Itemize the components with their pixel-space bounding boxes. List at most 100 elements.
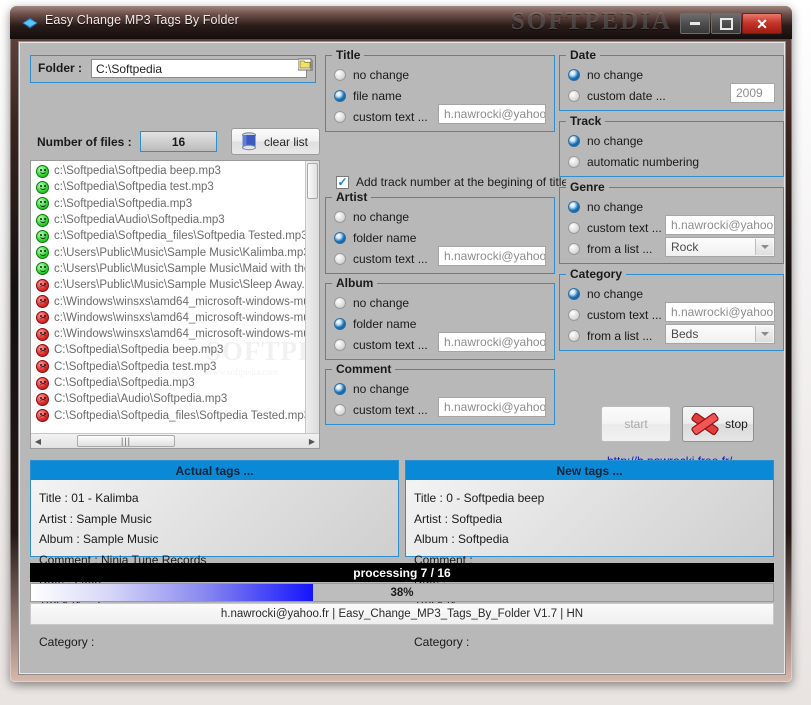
- file-list-item[interactable]: c:\Users\Public\Music\Sample Music\Kalim…: [31, 244, 305, 260]
- category-from-list-radio[interactable]: from a list ...: [568, 329, 652, 343]
- happy-face-icon: [36, 229, 49, 243]
- chevron-down-icon[interactable]: [755, 239, 773, 255]
- maximize-button[interactable]: [711, 13, 741, 34]
- artist-custom-text-radio[interactable]: custom text ...: [334, 252, 428, 266]
- radio-label: no change: [353, 68, 410, 82]
- file-list-item[interactable]: c:\Windows\winsxs\amd64_microsoft-window…: [31, 326, 305, 342]
- file-list-vertical-scrollbar[interactable]: [305, 161, 319, 434]
- title-bar: Easy Change MP3 Tags By Folder SOFTPEDIA…: [10, 6, 792, 39]
- minimize-button[interactable]: [680, 13, 710, 34]
- add-track-number-checkbox-row[interactable]: ✓ Add track number at the begining of ti…: [336, 175, 568, 189]
- scroll-left-icon[interactable]: ◀: [31, 435, 45, 448]
- category-custom-text-radio[interactable]: custom text ...: [568, 308, 662, 322]
- file-list-item[interactable]: c:\Users\Public\Music\Sample Music\Sleep…: [31, 277, 305, 293]
- file-list-item[interactable]: c:\Users\Public\Music\Sample Music\Maid …: [31, 261, 305, 277]
- album-custom-text-input[interactable]: h.nawrocki@yahoo.fr: [438, 332, 546, 352]
- folder-path-input[interactable]: C:\Softpedia: [91, 59, 307, 78]
- title-custom-text-input[interactable]: h.nawrocki@yahoo.fr: [438, 104, 546, 124]
- folder-label: Folder :: [38, 61, 82, 75]
- file-path-label: C:\Softpedia\Softpedia_files\Softpedia T…: [54, 409, 305, 422]
- clear-list-button[interactable]: clear list: [231, 128, 320, 155]
- category-custom-text-input[interactable]: h.nawrocki@yahoo.fr: [665, 302, 775, 322]
- file-list-item[interactable]: C:\Softpedia\Softpedia_files\Softpedia T…: [31, 407, 305, 423]
- category-group: Category no change custom text ... from …: [559, 267, 784, 351]
- radio-label: no change: [587, 287, 644, 301]
- date-custom-date-radio[interactable]: custom date ...: [568, 89, 666, 103]
- title-custom-text-radio[interactable]: custom text ...: [334, 110, 428, 124]
- radio-indicator: [334, 253, 346, 265]
- close-button[interactable]: ✕: [742, 13, 782, 34]
- genre-list-value: Rock: [671, 240, 699, 254]
- track-no-change-radio[interactable]: no change: [568, 134, 643, 148]
- file-path-label: C:\Softpedia\Softpedia test.mp3: [54, 360, 217, 373]
- file-list-item[interactable]: c:\Windows\winsxs\amd64_microsoft-window…: [31, 293, 305, 309]
- title-no-change-radio[interactable]: no change: [334, 68, 409, 82]
- artist-custom-text-input[interactable]: h.nawrocki@yahoo.fr: [438, 246, 546, 266]
- comment-custom-text-radio[interactable]: custom text ...: [334, 403, 428, 417]
- scroll-right-icon[interactable]: ▶: [305, 435, 319, 448]
- custom-date-input[interactable]: 2009: [730, 83, 775, 103]
- comment-no-change-radio[interactable]: no change: [334, 382, 409, 396]
- album-no-change-radio[interactable]: no change: [334, 296, 409, 310]
- artist-folder-name-radio[interactable]: folder name: [334, 231, 416, 245]
- radio-label: folder name: [353, 231, 417, 245]
- start-button[interactable]: start: [601, 406, 671, 442]
- actual-tags-list: Title : 01 - Kalimba Artist : Sample Musi…: [31, 480, 398, 649]
- face-mouth: [39, 333, 46, 338]
- title-file-name-radio[interactable]: file name: [334, 89, 402, 103]
- genre-from-list-radio[interactable]: from a list ...: [568, 242, 652, 256]
- radio-label: from a list ...: [587, 242, 653, 256]
- category-list-combobox[interactable]: Beds: [665, 324, 775, 344]
- file-list-item[interactable]: C:\Softpedia\Audio\Softpedia.mp3: [31, 391, 305, 407]
- add-track-number-checkbox[interactable]: ✓: [336, 175, 349, 189]
- artist-no-change-radio[interactable]: no change: [334, 210, 409, 224]
- genre-no-change-radio[interactable]: no change: [568, 200, 643, 214]
- file-list-item[interactable]: C:\Softpedia\Softpedia test.mp3: [31, 359, 305, 375]
- file-list-item[interactable]: c:\Softpedia\Softpedia.mp3: [31, 196, 305, 212]
- stop-button[interactable]: stop: [682, 406, 754, 442]
- file-list-item[interactable]: C:\Softpedia\Softpedia beep.mp3: [31, 342, 305, 358]
- file-list[interactable]: c:\Softpedia\Softpedia beep.mp3 c:\Softpe…: [31, 163, 305, 433]
- comment-custom-text-input[interactable]: h.nawrocki@yahoo.fr: [438, 397, 546, 417]
- file-path-label: c:\Users\Public\Music\Sample Music\Maid …: [54, 262, 305, 275]
- file-list-item[interactable]: c:\Windows\winsxs\amd64_microsoft-window…: [31, 310, 305, 326]
- application-window: Easy Change MP3 Tags By Folder SOFTPEDIA…: [10, 6, 792, 682]
- date-group: Date no change custom date ... 2009: [559, 48, 784, 111]
- client-area: Folder : C:\Softpedia Number of files : …: [18, 41, 786, 675]
- file-path-label: c:\Users\Public\Music\Sample Music\Kalim…: [54, 246, 305, 259]
- scrollbar-thumb-horizontal[interactable]: |||: [77, 435, 175, 447]
- face-mouth: [39, 349, 46, 354]
- chevron-down-icon[interactable]: [755, 326, 773, 342]
- radio-label: custom text ...: [353, 110, 428, 124]
- genre-custom-text-input[interactable]: h.nawrocki@yahoo.fr: [665, 215, 775, 235]
- album-custom-text-radio[interactable]: custom text ...: [334, 338, 428, 352]
- radio-indicator: [334, 339, 346, 351]
- file-path-label: c:\Softpedia\Audio\Softpedia.mp3: [54, 214, 225, 227]
- radio-label: no change: [353, 382, 410, 396]
- file-list-item[interactable]: c:\Softpedia\Audio\Softpedia.mp3: [31, 212, 305, 228]
- genre-list-combobox[interactable]: Rock: [665, 237, 775, 257]
- file-list-item[interactable]: C:\Softpedia\Softpedia.mp3: [31, 375, 305, 391]
- folder-browse-icon[interactable]: [298, 58, 313, 72]
- new-tags-header: New tags ...: [406, 461, 773, 480]
- file-list-item[interactable]: c:\Softpedia\Softpedia_files\Softpedia T…: [31, 228, 305, 244]
- file-list-item[interactable]: c:\Softpedia\Softpedia beep.mp3: [31, 163, 305, 179]
- file-path-label: c:\Softpedia\Softpedia beep.mp3: [54, 165, 221, 178]
- genre-custom-text-radio[interactable]: custom text ...: [568, 221, 662, 235]
- radio-label: folder name: [353, 317, 417, 331]
- softpedia-watermark: SOFTPEDIA: [510, 8, 672, 35]
- file-list-horizontal-scrollbar[interactable]: ◀ ||| ▶: [31, 433, 319, 448]
- album-group: Album no change folder name custom text …: [325, 276, 555, 360]
- track-auto-numbering-radio[interactable]: automatic numbering: [568, 155, 699, 169]
- radio-indicator: [334, 297, 346, 309]
- artist-group-legend: Artist: [332, 190, 372, 204]
- radio-indicator: [334, 211, 346, 223]
- category-no-change-radio[interactable]: no change: [568, 287, 643, 301]
- radio-indicator: [334, 383, 346, 395]
- file-list-item[interactable]: c:\Softpedia\Softpedia test.mp3: [31, 179, 305, 195]
- file-path-label: c:\Softpedia\Softpedia test.mp3: [54, 181, 214, 194]
- start-button-label: start: [624, 417, 648, 431]
- date-no-change-radio[interactable]: no change: [568, 68, 643, 82]
- scrollbar-thumb[interactable]: [307, 163, 318, 199]
- album-folder-name-radio[interactable]: folder name: [334, 317, 416, 331]
